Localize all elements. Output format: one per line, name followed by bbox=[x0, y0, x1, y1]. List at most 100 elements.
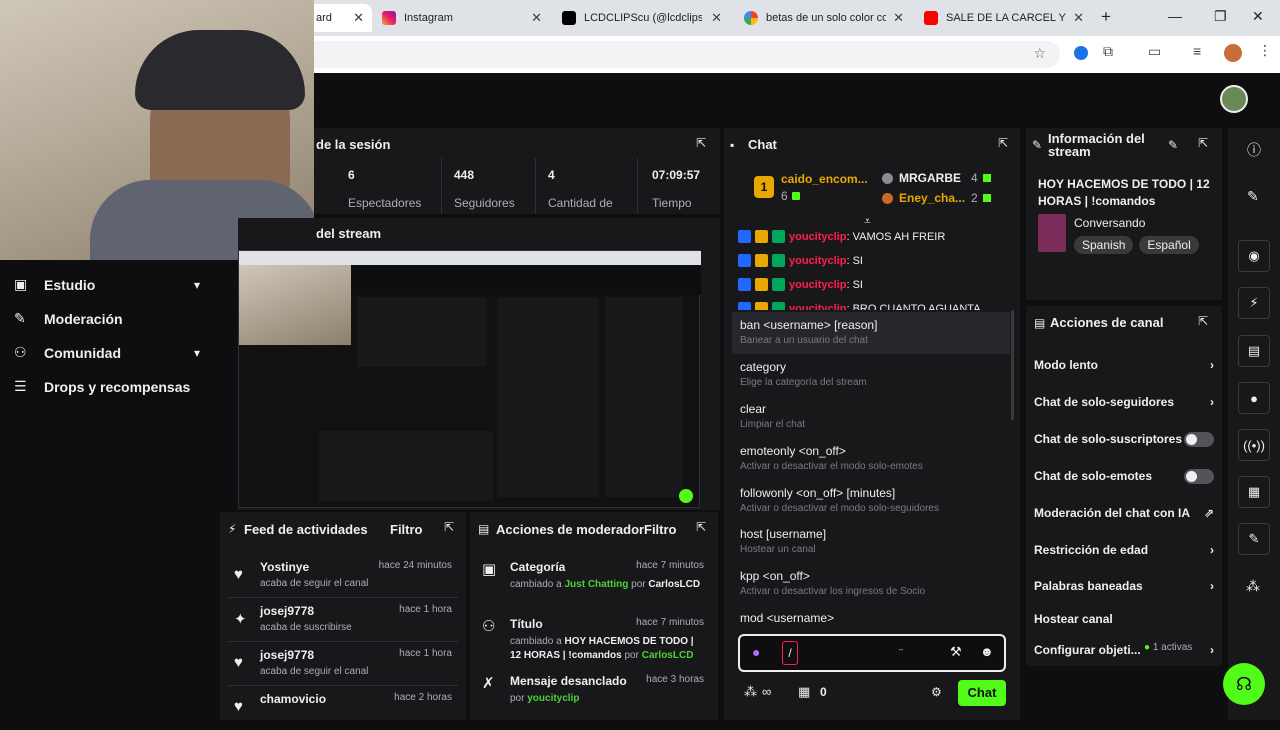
category-name[interactable]: Conversando bbox=[1074, 216, 1145, 230]
command-item[interactable]: kpp <on_off> Activar o desactivar los in… bbox=[732, 563, 1010, 605]
sub-user[interactable]: youcityclip bbox=[527, 693, 579, 704]
mod-action-name: Categoría bbox=[510, 560, 566, 574]
tag-pill[interactable]: Español bbox=[1139, 236, 1199, 254]
action-slow-mode[interactable]: Modo lento › bbox=[1034, 358, 1214, 372]
chevron-right-icon: › bbox=[1210, 395, 1214, 409]
close-icon[interactable]: ✕ bbox=[893, 10, 904, 26]
close-icon[interactable]: ✕ bbox=[531, 10, 542, 26]
tab-dashboard[interactable]: ard ✕ bbox=[306, 4, 372, 32]
gear-icon[interactable]: ⚙ bbox=[931, 685, 942, 699]
raid-button[interactable]: ⚡ bbox=[1238, 287, 1270, 319]
collapse-icon[interactable]: ⩡ bbox=[864, 214, 871, 229]
puzzle-icon[interactable]: ⧉ bbox=[1103, 43, 1113, 60]
chat-input[interactable]: ● / ⠒ ⚒ ☻ bbox=[738, 634, 1006, 672]
action-ai-moderation[interactable]: Moderación del chat con IA ⇗ bbox=[1034, 506, 1214, 520]
sidebar-item-drops[interactable]: ☰ Drops y recompensas bbox=[14, 378, 200, 395]
popout-icon[interactable]: ⇱ bbox=[696, 136, 706, 150]
sidebar-item-moderacion[interactable]: ✎ Moderación bbox=[14, 310, 200, 327]
store-icon[interactable]: ▦ bbox=[798, 684, 810, 700]
minimize-icon[interactable]: — bbox=[1168, 8, 1182, 24]
action-goals[interactable]: Configurar objeti... ● 1 activas › bbox=[1034, 642, 1214, 657]
command-item[interactable]: host [username] Hostear un canal bbox=[732, 521, 1010, 563]
tab-tiktok[interactable]: LCDCLIPScu (@lcdclips) | Ti ✕ bbox=[552, 4, 730, 32]
command-item[interactable]: followonly <on_off> [minutes] Activar o … bbox=[732, 480, 1010, 522]
chat-user[interactable]: youcityclip bbox=[789, 255, 846, 267]
command-item[interactable]: emoteonly <on_off> Activar o desactivar … bbox=[732, 438, 1010, 480]
popout-icon[interactable]: ⇱ bbox=[1198, 136, 1208, 150]
category-box-art[interactable] bbox=[1038, 214, 1066, 252]
chat-user[interactable]: youcityclip bbox=[789, 231, 846, 243]
feed-user[interactable]: Yostinye bbox=[260, 560, 309, 574]
tab-instagram[interactable]: Instagram ✕ bbox=[372, 4, 550, 32]
bookmark-star-icon[interactable]: ☆ bbox=[1033, 45, 1046, 62]
sub-user[interactable]: CarlosLCD bbox=[648, 579, 700, 590]
cast-icon[interactable]: ▭ bbox=[1148, 43, 1161, 60]
feed-user[interactable]: josej9778 bbox=[260, 604, 314, 618]
pencil-icon[interactable]: ✎ bbox=[1247, 188, 1259, 205]
action-banned-words[interactable]: Palabras baneadas › bbox=[1034, 579, 1214, 593]
extensions-icon[interactable]: ⁂ bbox=[1246, 578, 1260, 595]
popout-icon[interactable]: ⇱ bbox=[444, 520, 454, 534]
chat-user[interactable]: youcityclip bbox=[789, 279, 846, 291]
infinity-icon[interactable]: ∞ bbox=[762, 684, 771, 699]
popout-icon[interactable]: ⇱ bbox=[696, 520, 706, 534]
feed-user[interactable]: chamovicio bbox=[260, 692, 326, 706]
sidebar-item-estudio[interactable]: ▣ Estudio ▾ bbox=[14, 276, 200, 293]
popout-icon[interactable]: ⇱ bbox=[1198, 314, 1208, 328]
close-icon[interactable]: ✕ bbox=[353, 10, 364, 26]
emote-icon[interactable]: ☻ bbox=[980, 644, 994, 659]
popout-icon[interactable]: ⇱ bbox=[998, 136, 1008, 150]
leader-name[interactable]: Eney_cha... bbox=[899, 191, 965, 205]
sub-user[interactable]: CarlosLCD bbox=[642, 650, 694, 661]
sidebar-item-label: Comunidad bbox=[44, 344, 121, 361]
media-icon[interactable]: ≡ bbox=[1193, 43, 1201, 59]
stat-label: Cantidad de bbox=[548, 196, 613, 210]
extension-icon[interactable] bbox=[1074, 46, 1088, 60]
sidebar-item-comunidad[interactable]: ⚇ Comunidad ▾ bbox=[14, 344, 200, 361]
subscribers-only-toggle[interactable] bbox=[1184, 432, 1214, 447]
action-host-channel[interactable]: Hostear canal bbox=[1034, 612, 1214, 626]
maximize-icon[interactable]: ❐ bbox=[1214, 8, 1227, 25]
sub-value[interactable]: Just Chatting bbox=[564, 579, 628, 590]
command-item[interactable]: category Elige la categoría del stream bbox=[732, 354, 1010, 396]
tag-pill[interactable]: Spanish bbox=[1074, 236, 1134, 254]
emotes-only-toggle[interactable] bbox=[1184, 469, 1214, 484]
broadcast-button[interactable]: ((•)) bbox=[1238, 429, 1270, 461]
new-tab-button[interactable]: + bbox=[1101, 7, 1111, 27]
send-chat-button[interactable]: Chat bbox=[958, 680, 1006, 706]
marker-button[interactable]: ▤ bbox=[1238, 335, 1270, 367]
pencil-icon[interactable]: ✎ bbox=[1168, 138, 1178, 152]
action-followers-only[interactable]: Chat de solo-seguidores › bbox=[1034, 395, 1214, 409]
command-item[interactable]: clear Limpiar el chat bbox=[732, 396, 1010, 438]
help-headset-icon[interactable]: ☊ bbox=[1223, 663, 1265, 705]
tab-google[interactable]: betas de un solo color com ✕ bbox=[734, 4, 912, 32]
info-icon[interactable]: ⓘ bbox=[1247, 140, 1261, 160]
close-window-icon[interactable]: ✕ bbox=[1252, 8, 1264, 25]
scrollbar[interactable] bbox=[1011, 310, 1014, 420]
close-icon[interactable]: ✕ bbox=[711, 10, 722, 26]
stream-video[interactable] bbox=[238, 250, 701, 508]
tiktok-icon bbox=[562, 11, 576, 25]
command-item[interactable]: mod <username> bbox=[732, 605, 1010, 629]
leader-name[interactable]: caido_encom... bbox=[781, 172, 868, 186]
avatar[interactable] bbox=[1224, 44, 1242, 62]
address-bar[interactable]: ☆ bbox=[300, 41, 1060, 68]
leader-name[interactable]: MRGARBE bbox=[899, 171, 961, 185]
mic-icon[interactable]: ● bbox=[752, 644, 760, 660]
bits-icon[interactable]: ⁂ bbox=[744, 684, 757, 700]
close-icon[interactable]: ✕ bbox=[1073, 10, 1084, 26]
chat-button[interactable]: ● bbox=[1238, 382, 1270, 414]
tools-button[interactable]: ✎ bbox=[1238, 523, 1270, 555]
feed-user[interactable]: josej9778 bbox=[260, 648, 314, 662]
action-age-restriction[interactable]: Restricción de edad › bbox=[1034, 543, 1214, 557]
feed-time: hace 24 minutos bbox=[378, 560, 452, 571]
avatar[interactable] bbox=[1220, 85, 1248, 113]
clip-button[interactable]: ◉ bbox=[1238, 240, 1270, 272]
menu-icon[interactable]: ⋮ bbox=[1258, 42, 1272, 59]
magic-icon[interactable]: ⚒ bbox=[950, 644, 962, 660]
tab-youtube[interactable]: SALE DE LA CARCEL Y GAN ✕ bbox=[914, 4, 1092, 32]
ad-button[interactable]: ▦ bbox=[1238, 476, 1270, 508]
filter-button[interactable]: Filtro bbox=[644, 522, 677, 537]
command-item[interactable]: ban <username> [reason] Banear a un usua… bbox=[732, 312, 1010, 354]
filter-button[interactable]: Filtro bbox=[390, 522, 423, 537]
